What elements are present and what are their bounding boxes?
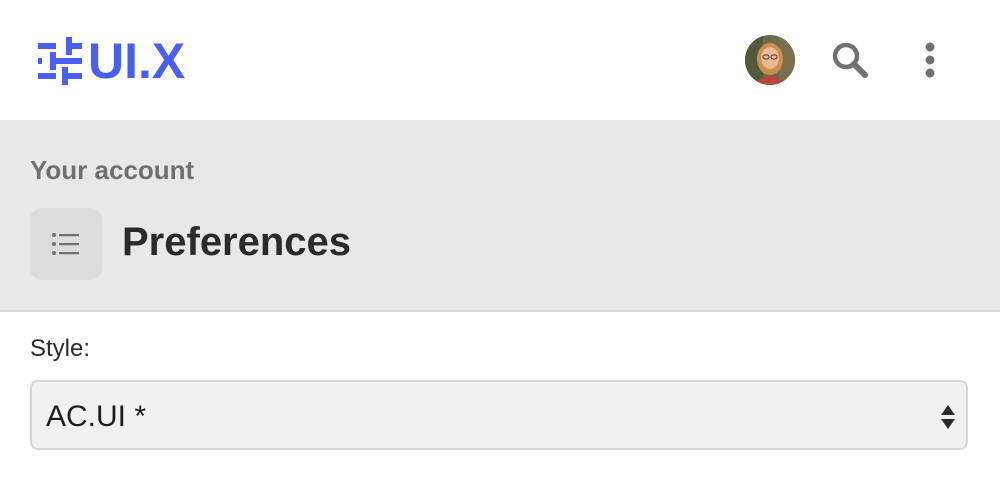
top-app-bar: UI.X (0, 0, 1000, 120)
user-avatar[interactable] (745, 35, 795, 85)
search-icon (832, 42, 868, 78)
sliders-icon (38, 37, 82, 85)
page-title: Preferences (122, 220, 352, 264)
breadcrumb[interactable]: Your account (30, 155, 194, 186)
logo-text: UI.X (88, 33, 186, 89)
more-vertical-icon (925, 42, 935, 78)
style-select-value: AC.UI * (46, 400, 147, 433)
select-arrows-icon (941, 405, 955, 429)
page-icon-button[interactable] (30, 208, 102, 280)
style-select[interactable]: AC.UI * (30, 380, 968, 450)
more-options-button[interactable] (906, 36, 954, 84)
list-icon (52, 233, 79, 255)
avatar-photo-icon (745, 35, 795, 85)
app-logo[interactable]: UI.X (36, 34, 185, 88)
page-header (0, 120, 1000, 312)
search-button[interactable] (826, 36, 874, 84)
style-label: Style: (30, 335, 91, 362)
